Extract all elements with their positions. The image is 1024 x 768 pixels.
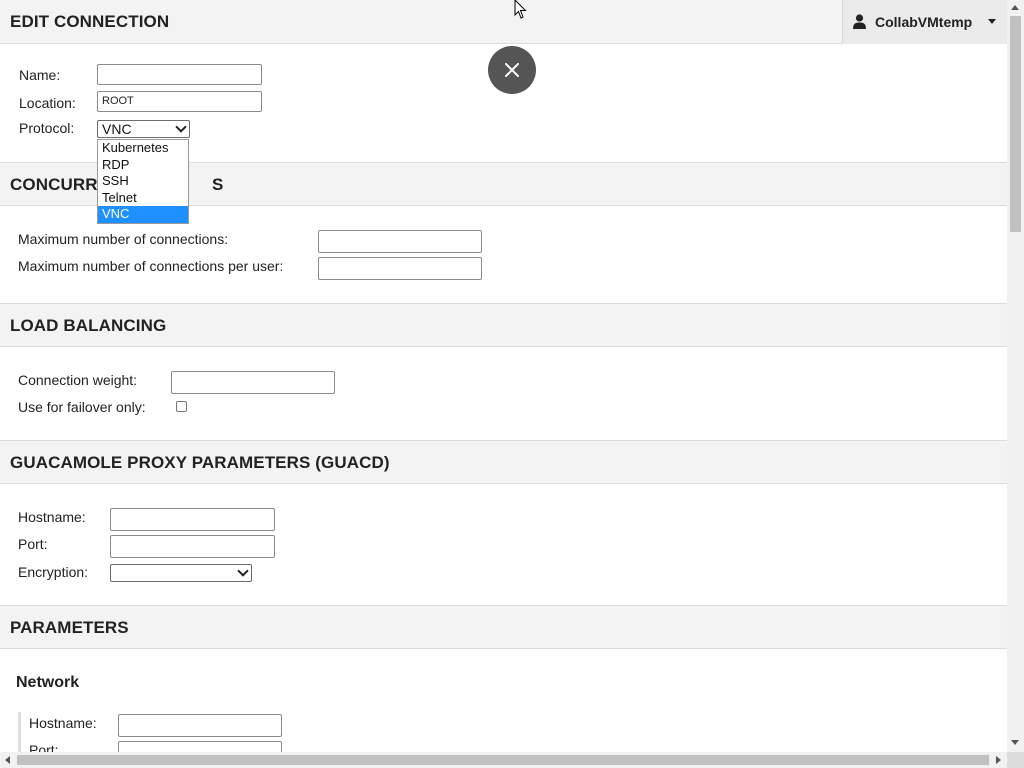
load-balancing-header: LOAD BALANCING	[0, 303, 1007, 347]
encryption-label: Encryption:	[18, 564, 89, 580]
chevron-down-icon	[175, 121, 187, 133]
chevron-down-icon	[237, 565, 249, 577]
guacd-title: GUACAMOLE PROXY PARAMETERS (GUACD)	[10, 453, 390, 472]
scroll-up-icon[interactable]	[1011, 5, 1019, 10]
guacd-port-label: Port:	[18, 536, 48, 552]
failover-checkbox[interactable]	[176, 401, 187, 412]
location-label: Location:	[19, 95, 76, 111]
scroll-right-icon[interactable]	[996, 756, 1001, 764]
network-subheading: Network	[16, 674, 80, 691]
network-group-bar	[18, 712, 21, 752]
connection-weight-input[interactable]	[171, 371, 335, 394]
vertical-scrollbar[interactable]	[1007, 0, 1024, 752]
horizontal-scrollbar[interactable]	[0, 752, 1007, 768]
mouse-cursor-icon	[514, 0, 527, 19]
scrollbar-corner	[1007, 752, 1024, 768]
max-per-user-input[interactable]	[318, 257, 482, 280]
parameters-header: PARAMETERS	[0, 605, 1007, 649]
chevron-down-icon	[988, 19, 996, 24]
encryption-select[interactable]	[110, 564, 252, 582]
guacd-hostname-input[interactable]	[110, 508, 275, 531]
guacd-port-input[interactable]	[110, 535, 275, 558]
network-hostname-label: Hostname:	[29, 715, 97, 731]
load-balancing-title: LOAD BALANCING	[10, 316, 167, 335]
protocol-options-list: Kubernetes RDP SSH Telnet VNC	[97, 139, 189, 224]
parameters-title: PARAMETERS	[10, 618, 129, 637]
username: CollabVMtemp	[875, 14, 973, 30]
scroll-left-icon[interactable]	[5, 756, 10, 764]
connection-weight-label: Connection weight:	[18, 372, 138, 388]
page-title: EDIT CONNECTION	[10, 12, 170, 31]
protocol-option-vnc[interactable]: VNC	[98, 206, 188, 223]
network-hostname-input[interactable]	[118, 714, 282, 737]
guacd-header: GUACAMOLE PROXY PARAMETERS (GUACD)	[0, 440, 1007, 484]
name-input[interactable]	[97, 64, 262, 85]
max-connections-input[interactable]	[318, 230, 482, 253]
protocol-option-rdp[interactable]: RDP	[98, 157, 188, 174]
edit-connection-page: EDIT CONNECTION CollabVMtemp Name: Locat…	[0, 0, 1007, 752]
failover-label: Use for failover only:	[18, 399, 146, 415]
close-icon	[505, 63, 519, 77]
location-select[interactable]: ROOT	[97, 91, 262, 112]
vertical-scroll-thumb[interactable]	[1010, 16, 1021, 232]
max-per-user-label: Maximum number of connections per user:	[18, 258, 284, 274]
scroll-down-icon[interactable]	[1011, 740, 1019, 745]
protocol-option-telnet[interactable]: Telnet	[98, 190, 188, 207]
max-connections-label: Maximum number of connections:	[18, 231, 229, 247]
horizontal-scroll-thumb[interactable]	[17, 755, 989, 765]
protocol-option-kubernetes[interactable]: Kubernetes	[98, 140, 188, 157]
close-button[interactable]	[488, 46, 536, 94]
protocol-option-ssh[interactable]: SSH	[98, 173, 188, 190]
network-port-input[interactable]	[118, 741, 282, 752]
network-port-label: Port:	[29, 742, 59, 752]
protocol-selected-value: VNC	[102, 121, 132, 137]
name-label: Name:	[19, 67, 61, 83]
protocol-select[interactable]: VNC	[97, 120, 190, 138]
user-menu[interactable]: CollabVMtemp	[842, 0, 1007, 44]
guacd-hostname-label: Hostname:	[18, 509, 86, 525]
user-icon	[853, 14, 866, 29]
protocol-label: Protocol:	[19, 120, 75, 136]
